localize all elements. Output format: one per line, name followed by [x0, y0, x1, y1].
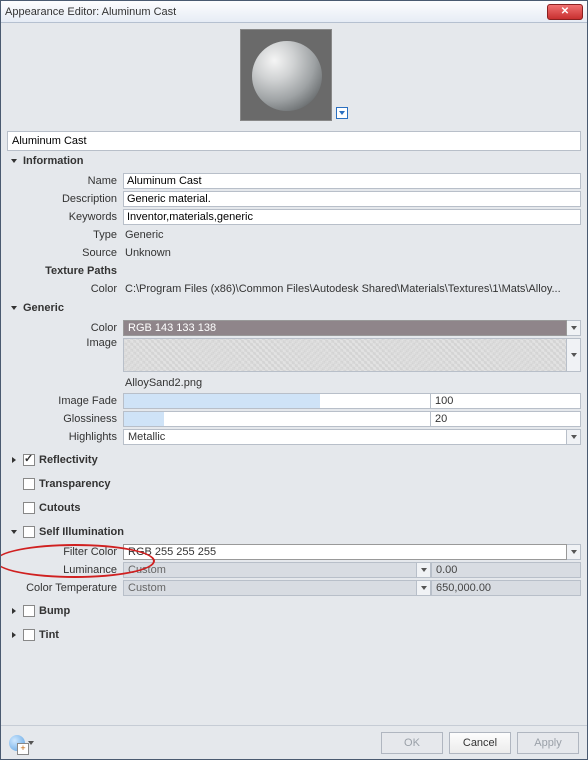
- chevron-down-icon: [9, 528, 19, 536]
- swatch-filter-color-text: RGB 255 255 255: [128, 546, 216, 558]
- titlebar[interactable]: Appearance Editor: Aluminum Cast ✕: [1, 1, 587, 23]
- label-color-temperature: Color Temperature: [7, 582, 123, 594]
- appearance-editor-window: Appearance Editor: Aluminum Cast ✕ Infor…: [0, 0, 588, 760]
- select-color-temperature[interactable]: Custom: [123, 580, 417, 596]
- section-cutouts[interactable]: Cutouts: [7, 498, 581, 518]
- field-description[interactable]: [123, 191, 581, 207]
- chevron-right-icon: [9, 456, 19, 464]
- label-gen-image: Image: [7, 337, 123, 349]
- dropdown-color-temperature[interactable]: [417, 580, 431, 596]
- cancel-button[interactable]: Cancel: [449, 732, 511, 754]
- section-cutouts-label: Cutouts: [39, 502, 81, 514]
- section-tint[interactable]: Tint: [7, 625, 581, 645]
- label-description: Description: [7, 193, 123, 205]
- preview-area: [7, 27, 581, 125]
- select-highlights[interactable]: Metallic: [123, 429, 567, 445]
- section-tint-label: Tint: [39, 629, 59, 641]
- label-color-path: Color: [7, 283, 123, 295]
- close-button[interactable]: ✕: [547, 4, 583, 20]
- footer: OK Cancel Apply: [1, 725, 587, 759]
- chevron-down-icon: [9, 304, 19, 312]
- label-source: Source: [7, 247, 123, 259]
- window-title: Appearance Editor: Aluminum Cast: [5, 6, 547, 18]
- dropdown-luminance[interactable]: [417, 562, 431, 578]
- chevron-down-icon: [9, 157, 19, 165]
- chevron-right-icon: [9, 607, 19, 615]
- close-icon: ✕: [561, 6, 569, 17]
- label-glossiness: Glossiness: [7, 413, 123, 425]
- label-keywords: Keywords: [7, 211, 123, 223]
- checkbox-self-illumination[interactable]: [23, 526, 35, 538]
- value-color-path: C:\Program Files (x86)\Common Files\Auto…: [123, 283, 581, 295]
- section-information[interactable]: Information: [7, 151, 581, 171]
- section-information-label: Information: [23, 155, 84, 167]
- section-bump-label: Bump: [39, 605, 70, 617]
- section-transparency[interactable]: Transparency: [7, 474, 581, 494]
- section-generic-label: Generic: [23, 302, 64, 314]
- section-reflectivity-label: Reflectivity: [39, 454, 98, 466]
- checkbox-bump[interactable]: [23, 605, 35, 617]
- checkbox-transparency[interactable]: [23, 478, 35, 490]
- label-texture-paths: Texture Paths: [7, 265, 123, 277]
- label-type: Type: [7, 229, 123, 241]
- section-reflectivity[interactable]: Reflectivity: [7, 450, 581, 470]
- swatch-generic-color[interactable]: RGB 143 133 138: [123, 320, 567, 336]
- value-glossiness[interactable]: 20: [431, 411, 581, 427]
- apply-button[interactable]: Apply: [517, 732, 579, 754]
- select-highlights-value: Metallic: [128, 431, 165, 443]
- section-self-illumination[interactable]: Self Illumination: [7, 522, 581, 542]
- slider-image-fade[interactable]: [123, 393, 431, 409]
- section-self-illumination-label: Self Illumination: [39, 526, 124, 538]
- appearance-name-input[interactable]: [7, 131, 581, 151]
- label-name: Name: [7, 175, 123, 187]
- image-filename: AlloySand2.png: [123, 377, 581, 389]
- content-area: Information Name Description Keywords Ty…: [1, 23, 587, 725]
- select-luminance[interactable]: Custom: [123, 562, 417, 578]
- preview-dropdown-button[interactable]: [336, 107, 348, 119]
- chevron-right-icon: [9, 631, 19, 639]
- add-appearance-button[interactable]: [9, 735, 25, 751]
- value-color-temperature[interactable]: 650,000.00: [431, 580, 581, 596]
- label-luminance: Luminance: [7, 564, 123, 576]
- section-generic[interactable]: Generic: [7, 298, 581, 318]
- value-image-fade[interactable]: 100: [431, 393, 581, 409]
- label-gen-color: Color: [7, 322, 123, 334]
- dropdown-image[interactable]: [567, 338, 581, 372]
- dropdown-filter-color[interactable]: [567, 544, 581, 560]
- label-image-fade: Image Fade: [7, 395, 123, 407]
- value-source: Unknown: [123, 247, 581, 259]
- section-bump[interactable]: Bump: [7, 601, 581, 621]
- material-preview[interactable]: [240, 29, 332, 121]
- value-type: Generic: [123, 229, 581, 241]
- sphere-icon: [252, 41, 322, 111]
- value-luminance[interactable]: 0.00: [431, 562, 581, 578]
- checkbox-cutouts[interactable]: [23, 502, 35, 514]
- swatch-generic-color-text: RGB 143 133 138: [128, 322, 216, 334]
- field-keywords[interactable]: [123, 209, 581, 225]
- checkbox-tint[interactable]: [23, 629, 35, 641]
- select-color-temperature-value: Custom: [128, 582, 166, 594]
- checkbox-reflectivity[interactable]: [23, 454, 35, 466]
- dropdown-highlights[interactable]: [567, 429, 581, 445]
- label-highlights: Highlights: [7, 431, 123, 443]
- ok-button[interactable]: OK: [381, 732, 443, 754]
- swatch-filter-color[interactable]: RGB 255 255 255: [123, 544, 567, 560]
- field-name[interactable]: [123, 173, 581, 189]
- image-preview[interactable]: [123, 338, 567, 372]
- slider-glossiness[interactable]: [123, 411, 431, 427]
- select-luminance-value: Custom: [128, 564, 166, 576]
- section-transparency-label: Transparency: [39, 478, 111, 490]
- dropdown-generic-color[interactable]: [567, 320, 581, 336]
- label-filter-color: Filter Color: [7, 546, 123, 558]
